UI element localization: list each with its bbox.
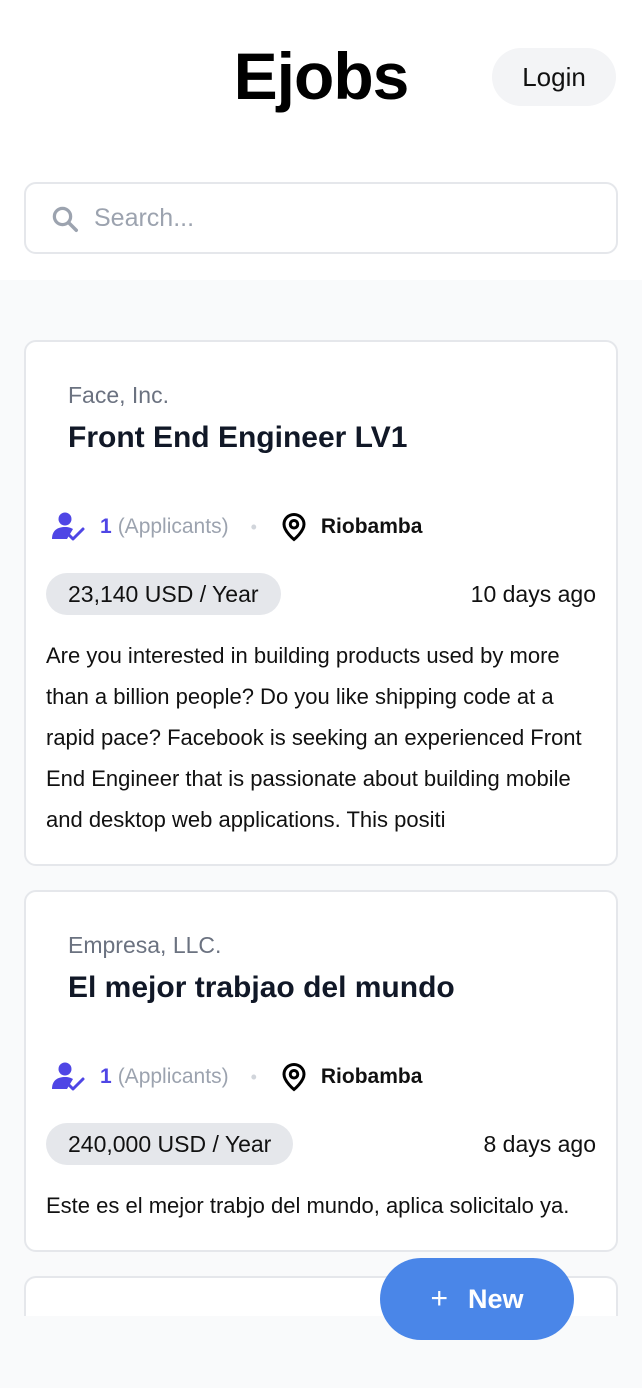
- job-title[interactable]: Front End Engineer LV1: [68, 421, 596, 455]
- plus-icon: +: [430, 1282, 448, 1315]
- applicants-label: (Applicants): [117, 1065, 229, 1088]
- search-icon: [52, 206, 78, 232]
- job-description: Are you interested in building products …: [46, 643, 582, 832]
- posted-time: 10 days ago: [470, 580, 596, 607]
- applicants-count: 1: [100, 1065, 112, 1088]
- salary-badge: 23,140 USD / Year: [46, 573, 281, 615]
- job-row: 240,000 USD / Year 8 days ago: [46, 1123, 596, 1165]
- user-check-icon: [52, 512, 85, 541]
- map-pin-icon: [282, 512, 306, 542]
- header: Ejobs Login: [0, 0, 642, 156]
- login-button[interactable]: Login: [492, 48, 616, 106]
- applicants-count: 1: [100, 515, 112, 538]
- separator-dot: •: [250, 1066, 257, 1087]
- company-name: Face, Inc.: [68, 382, 169, 408]
- company-name: Empresa, LLC.: [68, 932, 222, 958]
- posted-time: 8 days ago: [483, 1130, 596, 1157]
- job-meta: 1 (Applicants) • Riobamba: [50, 1061, 596, 1093]
- search-bar: [0, 156, 642, 280]
- new-job-label: New: [468, 1283, 524, 1314]
- applicants-label: (Applicants): [117, 515, 229, 538]
- job-meta: 1 (Applicants) • Riobamba: [50, 511, 596, 543]
- separator-dot: •: [250, 516, 257, 537]
- map-pin-icon: [282, 1062, 306, 1092]
- search-input[interactable]: [94, 198, 574, 238]
- location-label: Riobamba: [320, 515, 423, 538]
- new-job-button[interactable]: + New: [380, 1258, 574, 1340]
- job-row: 23,140 USD / Year 10 days ago: [46, 573, 596, 615]
- user-check-icon: [52, 1062, 85, 1091]
- job-card[interactable]: Empresa, LLC. El mejor trabjao del mundo…: [24, 890, 618, 1252]
- location-label: Riobamba: [320, 1065, 423, 1088]
- job-description: Este es el mejor trabjo del mundo, aplic…: [46, 1193, 570, 1218]
- job-list: Face, Inc. Front End Engineer LV1 1 (App…: [0, 280, 642, 1388]
- page: Ejobs Login Face, Inc. Front End Enginee…: [0, 0, 642, 1388]
- salary-badge: 240,000 USD / Year: [46, 1123, 294, 1165]
- job-title[interactable]: El mejor trabjao del mundo: [68, 971, 596, 1005]
- job-card[interactable]: Face, Inc. Front End Engineer LV1 1 (App…: [24, 340, 618, 866]
- search-box[interactable]: [24, 182, 618, 254]
